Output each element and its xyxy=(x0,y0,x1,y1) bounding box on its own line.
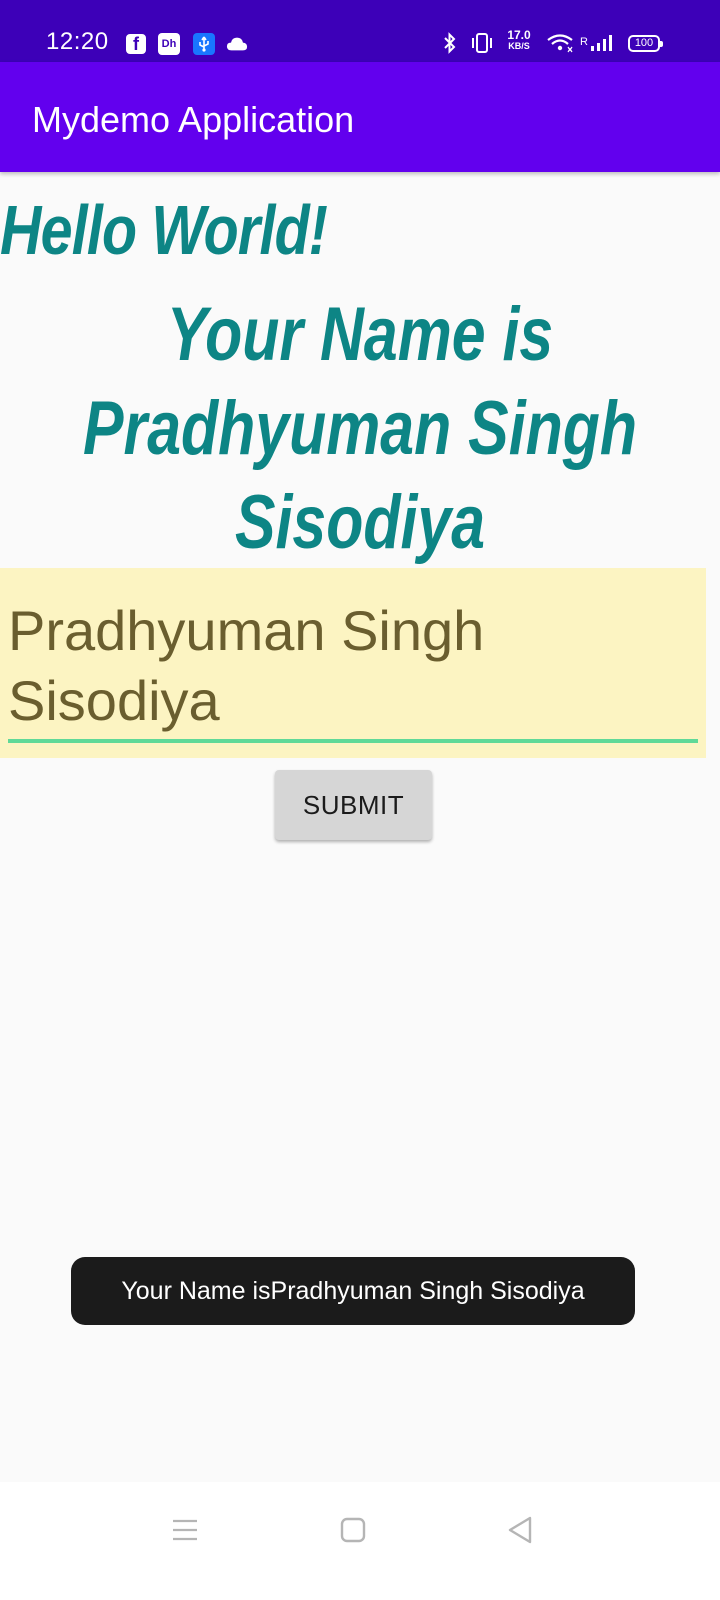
hello-text: Hello World! xyxy=(0,191,328,269)
speed-unit: KB/S xyxy=(508,41,530,51)
your-name-text: Your Name is Pradhyuman Singh Sisodiya xyxy=(0,288,720,570)
status-bar: 12:20 f Dh 17.0 KB/S R 100 xyxy=(0,0,720,62)
bluetooth-icon xyxy=(442,32,458,59)
battery-indicator: 100 xyxy=(628,35,663,52)
name-input[interactable]: Pradhyuman Singh Sisodiya xyxy=(8,596,698,736)
roaming-indicator: R xyxy=(580,36,588,48)
your-name-line: Pradhyuman Singh xyxy=(82,386,638,471)
dailyhunt-icon: Dh xyxy=(158,33,180,55)
wifi-icon xyxy=(546,33,574,58)
facebook-icon: f xyxy=(126,34,146,54)
submit-button[interactable]: SUBMIT xyxy=(275,770,432,840)
cloud-icon xyxy=(226,33,248,55)
menu-icon[interactable] xyxy=(165,1510,205,1550)
vibrate-icon xyxy=(470,32,494,59)
usb-icon xyxy=(193,33,215,55)
home-icon[interactable] xyxy=(333,1510,373,1550)
app-bar: Mydemo Application xyxy=(0,62,720,172)
input-underline xyxy=(8,739,698,743)
your-name-line: Sisodiya xyxy=(234,480,486,565)
name-input-line: Pradhyuman Singh xyxy=(8,599,485,662)
speed-value: 17.0 xyxy=(507,28,531,42)
your-name-line: Your Name is xyxy=(166,292,554,377)
network-speed: 17.0 KB/S xyxy=(502,28,536,52)
app-title: Mydemo Application xyxy=(32,99,355,140)
toast-message: Your Name isPradhyuman Singh Sisodiya xyxy=(71,1257,635,1325)
name-input-line: Sisodiya xyxy=(8,669,220,732)
status-time: 12:20 xyxy=(46,28,109,55)
name-input-container: Pradhyuman Singh Sisodiya xyxy=(0,568,706,758)
signal-icon xyxy=(590,34,614,57)
back-icon[interactable] xyxy=(500,1510,540,1550)
navigation-bar xyxy=(0,1482,720,1600)
